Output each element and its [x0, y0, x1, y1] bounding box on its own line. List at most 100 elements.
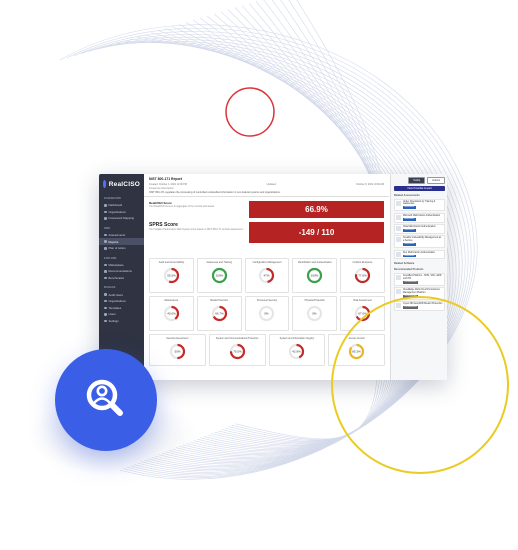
sidebar-item-framework-mapping[interactable]: Framework Mapping — [99, 215, 144, 222]
sidebar-item-marketplace[interactable]: Marketplace — [99, 262, 144, 269]
donut-gauge: 50% — [169, 343, 185, 360]
report-meta: Created: October 1, 2021 12:00 PM Update… — [149, 183, 384, 186]
sidebar-item-organizations[interactable]: Organizations — [99, 209, 144, 216]
gauge-value: 47% — [264, 274, 270, 278]
donut-gauge: 66.7% — [211, 305, 227, 322]
sprs-score-label: SPRS Score — [149, 222, 178, 228]
donut-gauge: 0% — [307, 305, 323, 322]
sidebar-item-settings[interactable]: Settings — [99, 318, 144, 325]
control-card[interactable]: Configuration Management 47% — [244, 258, 290, 293]
nav-item-icon — [104, 240, 107, 243]
main-content: NIST 800-171 Report Created: October 1, … — [144, 174, 389, 380]
sidebar-section-title: MANAGE — [104, 286, 116, 290]
score-row-sprs: SPRS Score Your Supplier Performance Ris… — [144, 218, 389, 243]
sidebar-item-label: Marketplace — [108, 262, 124, 267]
gauge-value: 100% — [311, 274, 319, 278]
nav-item-icon — [104, 313, 107, 316]
nav-item-icon — [104, 319, 107, 323]
donut-gauge: 0% — [259, 305, 275, 322]
score-row-realciso: RealCISO Score Your RealCISO score is an… — [144, 197, 389, 218]
sidebar-nav: DASHBOARD Dashboard Organizations Framework… — [99, 197, 144, 324]
nav-item-icon — [104, 270, 107, 273]
donut-gauge: 55.5% — [163, 267, 179, 284]
donut-gauge: 85.3% — [349, 343, 365, 360]
sidebar-item-templates[interactable]: Templates — [99, 305, 144, 312]
control-card[interactable]: Identification and Authentication 100% — [292, 258, 338, 293]
nav-item-icon — [104, 233, 107, 237]
related-assessments-heading: Related Assessments — [394, 194, 420, 197]
control-card[interactable]: Incident Response 77.6% — [340, 258, 385, 293]
item-tag: Recommended — [403, 306, 419, 310]
related-assessment-item[interactable]: Duo Multi-Factor Authentication Assessmen… — [394, 249, 445, 260]
sidebar-item-users[interactable]: Users — [99, 311, 144, 318]
recommended-product-item[interactable]: CloudEdge Multi-Cloud Permissions Manage… — [394, 287, 445, 300]
sidebar-item-organizations[interactable]: Organizations — [99, 298, 144, 305]
donut-gauge: 75.0% — [229, 343, 245, 360]
donut-gauge: 67.0% — [354, 305, 371, 322]
item-tag: Assessment — [403, 229, 416, 232]
sidebar-item-benchmarks[interactable]: Benchmarks — [99, 275, 144, 282]
item-logo-icon — [396, 251, 401, 257]
control-card[interactable]: Security Assessment 50% — [149, 334, 206, 366]
item-tag: Assessment — [403, 243, 416, 247]
gauge-value: 100% — [215, 274, 223, 278]
control-card[interactable]: Physical Protection 0% — [292, 296, 338, 331]
sidebar-item-plan-of-action[interactable]: Plan of Action — [99, 245, 144, 252]
nav-item-icon — [104, 204, 107, 207]
nav-item-icon — [104, 217, 107, 220]
app-logo[interactable]: RealCISO — [99, 174, 144, 192]
gauge-value: 40.0% — [167, 312, 176, 316]
related-assessment-item[interactable]: Okta Multi-Factor Authentication Assessme… — [394, 224, 445, 234]
sidebar-item-reports[interactable]: Reports — [99, 238, 144, 245]
control-card-title: Physical Protection — [304, 299, 325, 302]
control-card-title: Configuration Management — [252, 261, 282, 264]
item-logo-icon — [396, 237, 401, 243]
related-assessment-item[interactable]: Microsoft Multi-Factor Authentication Ass… — [394, 212, 445, 223]
sidebar-item-label: Organizations — [108, 209, 126, 214]
control-card[interactable]: System and Information Integrity 42.9% — [268, 334, 326, 366]
donut-gauge: 100% — [307, 267, 323, 284]
item-logo-icon — [396, 200, 401, 206]
logo-mark-icon — [103, 180, 106, 188]
right-panel: Tooltip Actions View Possible Impact Rel… — [390, 174, 447, 380]
sidebar-item-label: Assessments — [108, 233, 126, 238]
tooltip-button[interactable]: Tooltip — [408, 177, 426, 184]
control-card[interactable]: System and Communications Protection 75.0… — [208, 334, 266, 366]
sidebar-item-label: Plan of Action — [108, 246, 126, 251]
control-card-title: Awareness and Training — [206, 261, 232, 264]
related-assessment-item[interactable]: Under Operations by Training & Awareness… — [394, 198, 445, 212]
updated-date: October 8, 2021 10:00 AM — [356, 183, 384, 186]
sidebar-item-label: Organizations — [108, 299, 126, 304]
sidebar-item-label: Templates — [108, 305, 122, 310]
actions-button[interactable]: Actions — [427, 177, 445, 184]
control-card[interactable]: Media Protection 66.7% — [196, 296, 242, 331]
control-card-title: Identification and Authentication — [297, 261, 332, 264]
recommended-product-item[interactable]: Cynet 360 AutoXDR Breach Protection Recom… — [394, 301, 445, 312]
report-header: NIST 800-171 Report Created: October 1, … — [144, 174, 389, 197]
sidebar-item-recommendations[interactable]: Recommendations — [99, 268, 144, 275]
sprs-score-sub: Your Supplier Performance Risk System sc… — [149, 229, 244, 231]
control-card[interactable]: Access Control 85.3% — [328, 334, 385, 366]
nav-item-icon — [104, 299, 107, 303]
control-card[interactable]: Audit and Accountability 55.5% — [149, 258, 194, 293]
control-card[interactable]: Risk Assessment 67.0% — [340, 296, 385, 331]
donut-gauge: 100% — [211, 267, 227, 284]
sidebar-item-audit-users[interactable]: Audit Users — [99, 291, 144, 298]
sidebar-item-dashboard[interactable]: Dashboard — [99, 202, 144, 209]
sidebar-section-title: EXPLORE — [104, 256, 117, 260]
gauge-value: 85.3% — [352, 350, 361, 354]
item-tag: Recommended — [403, 294, 419, 298]
control-card-title: Personnel Security — [256, 299, 278, 302]
nav-item-icon — [104, 293, 107, 296]
sidebar-item-assessments[interactable]: Assessments — [99, 232, 144, 239]
related-assessment-item[interactable]: Tenable Vulnerability Management as a Se… — [394, 235, 445, 249]
gauge-value: 50% — [174, 350, 180, 354]
control-card[interactable]: Maintenance 40.0% — [149, 296, 194, 331]
control-card[interactable]: Awareness and Training 100% — [196, 258, 242, 293]
view-impact-button[interactable]: View Possible Impact — [394, 186, 445, 191]
control-card[interactable]: Personnel Security 0% — [244, 296, 290, 331]
recommended-product-item[interactable]: KnowBe4 Platform - KMS, SOC, EDR and ITR… — [394, 272, 445, 286]
item-logo-icon — [396, 303, 401, 309]
control-card-title: Incident Response — [352, 261, 373, 264]
donut-gauge: 77.6% — [354, 267, 371, 284]
